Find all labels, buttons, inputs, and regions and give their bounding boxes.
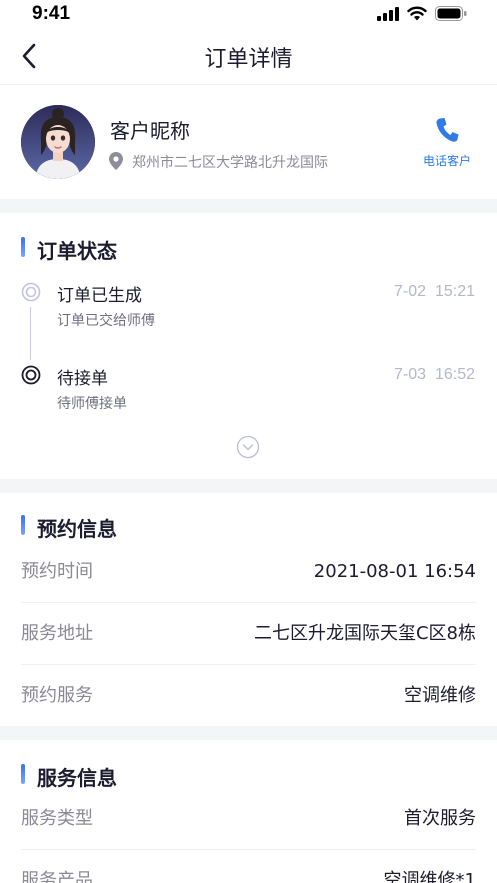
row-label: 服务产品 xyxy=(21,870,93,883)
battery-icon xyxy=(435,6,467,21)
row-label: 服务地址 xyxy=(21,623,93,644)
customer-card: 客户昵称 郑州市二七区大学路北升龙国际 电话客户 xyxy=(0,85,497,199)
timeline-step-timestamp: 7-03 16:52 xyxy=(394,366,475,383)
call-customer-button[interactable]: 电话客户 xyxy=(419,117,475,169)
info-row-booked-service: 预约服务 空调维修 xyxy=(21,665,476,727)
row-label: 服务类型 xyxy=(21,808,93,829)
order-status-card: 订单状态 订单已生成 订单已交给师傅 7-02 15:21 待接单 待师傅接单 … xyxy=(0,213,497,479)
row-value: 空调维修 xyxy=(404,685,476,706)
service-info-card: 服务信息 服务类型 首次服务 服务产品 空调维修*1 xyxy=(0,740,497,883)
info-row-service-address: 服务地址 二七区升龙国际天玺C区8栋 xyxy=(21,603,476,665)
timeline-step-title: 待接单 xyxy=(57,369,108,389)
section-title-order-status: 订单状态 xyxy=(21,235,117,264)
booking-info-card: 预约信息 预约时间 2021-08-01 16:54 服务地址 二七区升龙国际天… xyxy=(0,493,497,726)
section-title-booking: 预约信息 xyxy=(21,513,117,542)
section-title-service: 服务信息 xyxy=(21,762,117,791)
timeline-step-timestamp: 7-02 15:21 xyxy=(394,283,475,300)
cellular-signal-icon xyxy=(377,6,399,21)
customer-address: 郑州市二七区大学路北升龙国际 xyxy=(132,155,328,171)
timeline-step-subtitle: 订单已交给师傅 xyxy=(57,313,155,329)
row-value: 首次服务 xyxy=(404,808,476,829)
navigation-bar: 订单详情 xyxy=(0,28,497,84)
status-bar: 9:41 xyxy=(0,0,497,28)
status-icons xyxy=(377,6,467,21)
row-value: 二七区升龙国际天玺C区8栋 xyxy=(253,623,476,644)
status-time: 9:41 xyxy=(32,3,71,24)
info-row-booking-time: 预约时间 2021-08-01 16:54 xyxy=(21,541,476,603)
location-pin-icon xyxy=(109,152,123,170)
timeline-step-title: 订单已生成 xyxy=(57,286,142,306)
wifi-icon xyxy=(407,6,427,21)
row-value: 2021-08-01 16:54 xyxy=(313,561,476,582)
row-label: 预约时间 xyxy=(21,561,93,582)
avatar-image xyxy=(21,105,95,179)
timeline-step-subtitle: 待师傅接单 xyxy=(57,396,127,412)
phone-icon xyxy=(436,118,459,142)
call-customer-label: 电话客户 xyxy=(422,154,471,168)
timeline-node-active-icon xyxy=(21,365,41,385)
info-row-service-type: 服务类型 首次服务 xyxy=(21,788,476,850)
info-row-service-product: 服务产品 空调维修*1 xyxy=(21,850,476,883)
page-title: 订单详情 xyxy=(204,47,293,72)
customer-name: 客户昵称 xyxy=(110,119,190,143)
expand-chevron-icon[interactable] xyxy=(236,435,260,459)
row-value: 空调维修*1 xyxy=(383,870,476,883)
timeline-connector xyxy=(30,307,31,360)
row-label: 预约服务 xyxy=(21,685,93,706)
timeline-node-icon xyxy=(21,282,41,302)
avatar xyxy=(21,105,95,179)
